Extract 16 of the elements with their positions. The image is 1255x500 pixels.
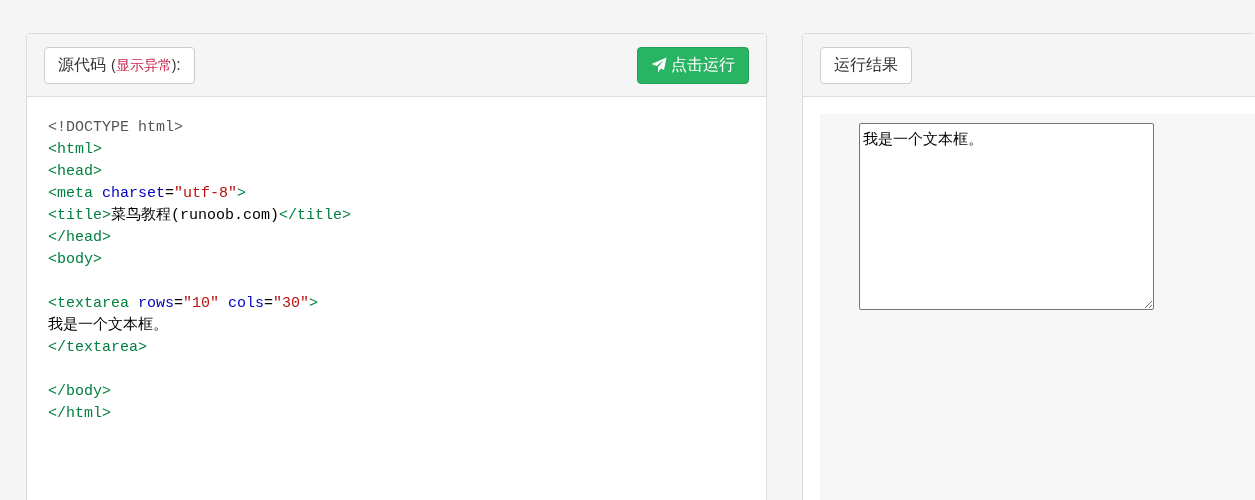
code-line: 我是一个文本框。 xyxy=(48,315,168,336)
code-line: </html> xyxy=(48,404,111,424)
send-icon xyxy=(651,57,667,73)
code-line: <head> xyxy=(48,162,102,182)
code-line: <meta charset="utf-8"> xyxy=(48,184,247,204)
code-line: </head> xyxy=(48,228,111,248)
code-line: <body> xyxy=(48,250,102,270)
code-line: <textarea rows="10" cols="30"> xyxy=(48,294,319,314)
code-line: <!DOCTYPE html> xyxy=(48,118,184,138)
result-label: 运行结果 xyxy=(820,46,912,84)
source-code-label: 源代码 (显示异常): xyxy=(44,46,195,84)
code-line: <html> xyxy=(48,140,102,160)
code-line: </textarea> xyxy=(48,338,148,358)
code-line: </body> xyxy=(48,382,111,402)
code-line: <title>菜鸟教程(runoob.com)</title> xyxy=(48,205,352,226)
text-area[interactable]: 我是一个文本框。 xyxy=(859,123,1154,310)
